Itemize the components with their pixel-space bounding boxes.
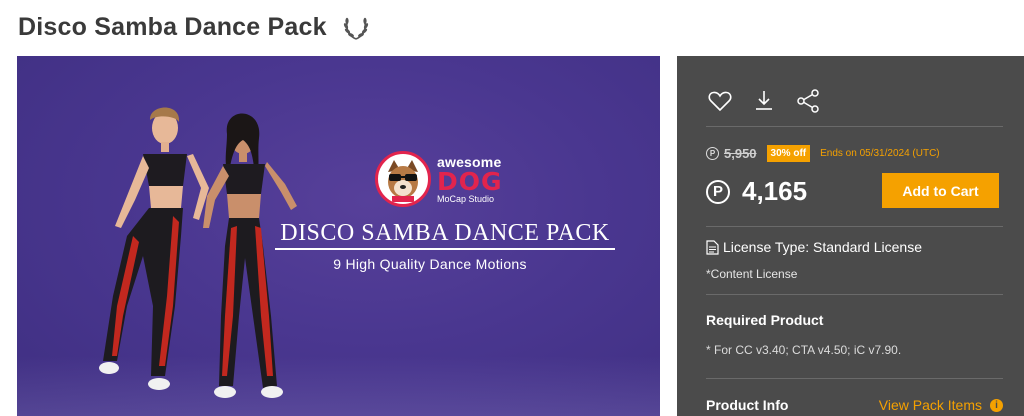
required-product-text: * For CC v3.40; CTA v4.50; iC v7.90.	[706, 343, 902, 357]
currency-icon: P	[706, 147, 719, 160]
logo-studio-text: MoCap Studio	[437, 193, 495, 204]
add-to-cart-button[interactable]: Add to Cart	[882, 173, 999, 208]
banner-divider	[275, 248, 615, 250]
info-icon[interactable]: i	[990, 398, 1003, 412]
panel-divider	[706, 226, 1003, 227]
original-price: 5,950	[724, 146, 757, 161]
required-product-title: Required Product	[706, 312, 824, 328]
license-note: *Content License	[706, 267, 798, 281]
action-icons	[706, 87, 822, 115]
original-price-row: P 5,950 30% off Ends on 05/31/2024 (UTC)	[706, 145, 940, 162]
studio-logo: awesome DOG MoCap Studio	[375, 151, 503, 207]
panel-divider	[706, 378, 1003, 379]
current-price: 4,165	[742, 176, 808, 206]
logo-dog-text: DOG	[437, 166, 503, 196]
share-icon[interactable]	[794, 87, 822, 115]
product-banner: awesome DOG MoCap Studio DISCO SAMBA DAN…	[17, 56, 660, 416]
download-icon[interactable]	[750, 87, 778, 115]
laurel-icon	[341, 12, 371, 42]
page-title: Disco Samba Dance Pack	[18, 12, 327, 41]
currency-icon-large: P	[706, 179, 730, 204]
discount-badge: 30% off	[766, 145, 811, 162]
title-row: Disco Samba Dance Pack	[18, 10, 371, 44]
license-type: License Type: Standard License	[706, 239, 922, 255]
view-pack-items-link[interactable]: View Pack Items i	[879, 397, 1003, 413]
dog-mascot-icon	[375, 151, 431, 207]
dancer-left	[99, 107, 209, 390]
current-price-row: P 4,165	[706, 176, 807, 207]
view-pack-items-label[interactable]: View Pack Items	[879, 397, 982, 413]
purchase-panel: P 5,950 30% off Ends on 05/31/2024 (UTC)…	[677, 56, 1024, 416]
banner-pack-subtitle: 9 High Quality Dance Motions	[333, 256, 527, 272]
heart-icon[interactable]	[706, 87, 734, 115]
product-info-title: Product Info	[706, 397, 789, 413]
sale-end-text: Ends on 05/31/2024 (UTC)	[820, 148, 940, 159]
product-info-row: Product Info View Pack Items i	[706, 397, 1003, 413]
panel-divider	[706, 294, 1003, 295]
document-icon	[706, 239, 719, 255]
panel-divider	[706, 126, 1003, 127]
banner-pack-title: DISCO SAMBA DANCE PACK	[280, 220, 610, 246]
license-type-text: License Type: Standard License	[723, 239, 922, 255]
